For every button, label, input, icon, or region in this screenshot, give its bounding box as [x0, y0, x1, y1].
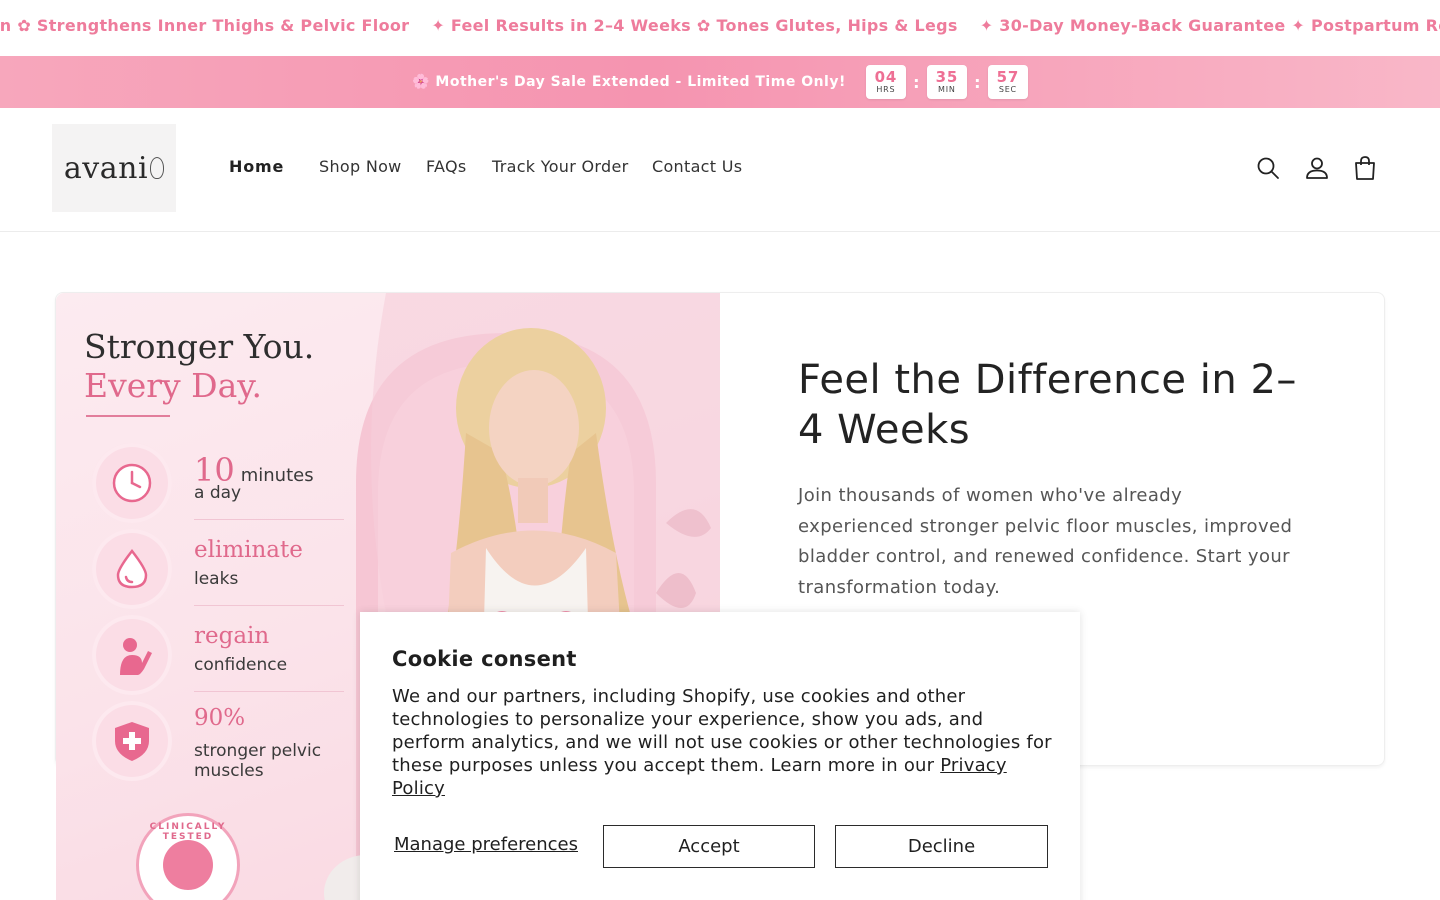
feature-divider [194, 519, 344, 520]
cookie-body: We and our partners, including Shopify, … [392, 685, 1056, 800]
hero-title: Feel the Difference in 2–4 Weeks [798, 357, 1297, 453]
nav-track-order[interactable]: Track Your Order [492, 157, 628, 176]
account-icon[interactable] [1304, 155, 1330, 181]
cookie-consent-dialog: Cookie consent We and our partners, incl… [360, 612, 1080, 900]
image-underline [86, 415, 170, 417]
countdown-hours: 04 HRS [865, 65, 906, 99]
countdown-minutes: 35 MIN [926, 65, 967, 99]
cart-icon[interactable] [1352, 155, 1378, 181]
nav-shop-now[interactable]: Shop Now [319, 157, 402, 176]
nav-faqs[interactable]: FAQs [426, 157, 467, 176]
search-icon[interactable] [1255, 155, 1281, 181]
feature-minutes: 10 minutes a day [84, 443, 344, 523]
marquee-track: gn ✿ Strengthens Inner Thighs & Pelvic F… [0, 16, 1440, 35]
droplet-icon [116, 548, 148, 589]
countdown-value: 57 [996, 68, 1020, 86]
countdown-value: 04 [874, 68, 898, 86]
woman-flex-icon [120, 638, 152, 675]
logo[interactable]: avani [52, 124, 176, 212]
marquee-item: gn ✿ Strengthens Inner Thighs & Pelvic F… [0, 16, 410, 35]
logo-text: avani [63, 150, 149, 186]
feature-icon-wrap [92, 701, 172, 781]
countdown-separator: : [913, 72, 920, 92]
accept-button[interactable]: Accept [603, 825, 815, 868]
announcement-text: 🌸 Mother's Day Sale Extended - Limited T… [412, 74, 846, 90]
feature-label: 90% [194, 705, 246, 731]
manage-preferences-link[interactable]: Manage preferences [394, 834, 578, 855]
page: gn ✿ Strengthens Inner Thighs & Pelvic F… [0, 0, 1440, 900]
nav-contact-us[interactable]: Contact Us [652, 157, 742, 176]
feature-icon-wrap [92, 443, 172, 523]
countdown-value: 35 [935, 68, 959, 86]
decline-button[interactable]: Decline [835, 825, 1048, 868]
shield-cross-icon [115, 722, 149, 761]
feature-sublabel: stronger pelvic muscles [194, 741, 322, 781]
countdown-label: SEC [998, 85, 1017, 94]
feature-sublabel: confidence [194, 655, 288, 675]
cookie-title: Cookie consent [392, 647, 577, 671]
marquee-item: ✦ 30-Day Money-Back Guarantee ✦ Postpart… [979, 16, 1440, 35]
feature-leaks: eliminate leaks [84, 529, 344, 609]
countdown-seconds: 57 SEC [987, 65, 1028, 99]
flask-icon [163, 840, 213, 890]
clinically-tested-badge: CLINICALLY TESTED [136, 813, 240, 900]
feature-icon-wrap [92, 529, 172, 609]
countdown-label: HRS [876, 85, 896, 94]
feature-icon-wrap [92, 615, 172, 695]
feature-confidence: regain confidence [84, 615, 344, 695]
feature-label: regain [194, 623, 270, 649]
logo-mark-icon [150, 157, 165, 179]
feature-divider [194, 691, 344, 692]
feature-divider [194, 605, 344, 606]
feature-sublabel: leaks [194, 569, 239, 589]
image-headline: Stronger You. [84, 327, 315, 366]
marquee-item: ✦ Feel Results in 2–4 Weeks ✿ Tones Glut… [431, 16, 958, 35]
hero-text: Join thousands of women who've already e… [798, 485, 1293, 598]
countdown-separator: : [974, 72, 981, 92]
feature-stronger: 90% stronger pelvic muscles [84, 701, 334, 781]
feature-label: eliminate [194, 537, 303, 563]
image-subheadline: Every Day. [84, 366, 263, 405]
feature-sublabel: a day [194, 483, 242, 503]
clock-icon [112, 463, 152, 503]
countdown-label: MIN [938, 85, 956, 94]
announcement-bar: 🌸 Mother's Day Sale Extended - Limited T… [0, 56, 1440, 108]
feature-unit: minutes [240, 465, 314, 486]
marquee-bar: gn ✿ Strengthens Inner Thighs & Pelvic F… [0, 0, 1440, 56]
nav-home[interactable]: Home [229, 157, 284, 176]
site-header: avani Home Shop Now FAQs Track Your Orde… [0, 108, 1440, 232]
badge-text: CLINICALLY TESTED [149, 822, 227, 842]
